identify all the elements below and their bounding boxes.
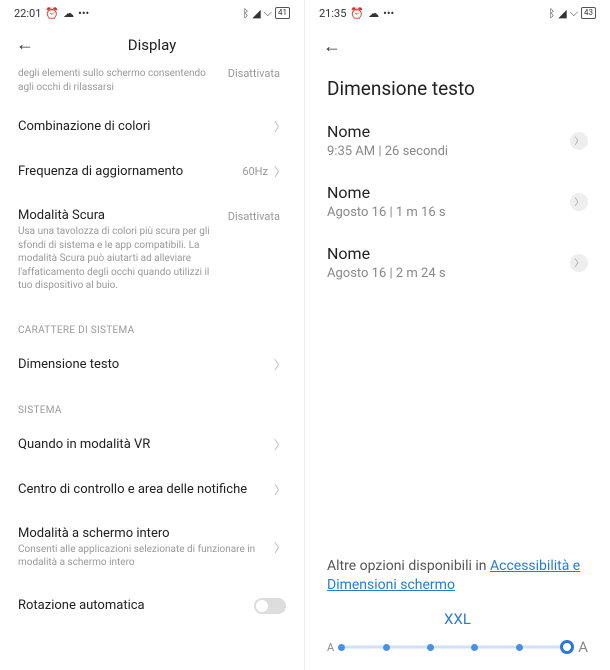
- bluetooth-icon: ᛒ: [549, 7, 556, 20]
- trunc-desc: degli elementi sullo schermo consentendo…: [18, 67, 228, 94]
- status-time: 21:35: [319, 7, 346, 20]
- item-name: Nome: [327, 122, 448, 141]
- chevron-right-icon: 〉: [274, 436, 286, 453]
- footer: Altre opzioni disponibili in Accessibili…: [305, 557, 610, 670]
- item-sub: Agosto 16 | 2 m 24 s: [327, 266, 446, 281]
- slider-tick: [427, 644, 434, 651]
- preview-item-1[interactable]: Nome 9:35 AM | 26 secondi 〉: [305, 112, 610, 173]
- footer-text: Altre opzioni disponibili in Accessibili…: [327, 557, 588, 596]
- truncated-row[interactable]: degli elementi sullo schermo consentendo…: [0, 67, 304, 104]
- more-icon: •••: [383, 7, 394, 20]
- row-label: Rotazione automatica: [18, 598, 246, 613]
- row-color-combination[interactable]: Combinazione di colori 〉: [0, 104, 304, 149]
- page-title: Dimensione testo: [305, 63, 610, 112]
- slider-track[interactable]: [338, 639, 574, 655]
- chevron-right-icon: 〉: [274, 539, 286, 556]
- status-bar: 22:01 ⏰ ☁ ••• ᛒ ◢ ⌵ 41: [0, 0, 304, 24]
- header: ← Display: [0, 24, 304, 67]
- row-vr-mode[interactable]: Quando in modalità VR 〉: [0, 422, 304, 467]
- row-control-center[interactable]: Centro di controllo e area delle notific…: [0, 467, 304, 512]
- preview-item-3[interactable]: Nome Agosto 16 | 2 m 24 s 〉: [305, 234, 610, 295]
- back-button[interactable]: ←: [323, 36, 341, 57]
- item-name: Nome: [327, 183, 446, 202]
- cloud-icon: ☁: [63, 7, 74, 20]
- section-header-font: CARATTERE DI SISTEMA: [0, 307, 304, 342]
- row-label: Combinazione di colori: [18, 119, 266, 134]
- size-label: XXL: [327, 596, 588, 638]
- row-value: Disattivata: [228, 210, 280, 223]
- page-title: Display: [0, 36, 304, 54]
- cloud-icon: ☁: [368, 7, 379, 20]
- header: ←: [305, 24, 610, 63]
- chevron-right-icon: 〉: [570, 132, 588, 150]
- slider-tick: [516, 644, 523, 651]
- row-label: Modalità Scura: [18, 208, 220, 223]
- row-value: 60Hz: [242, 165, 268, 178]
- signal-icon: ◢: [252, 7, 260, 20]
- auto-rotate-toggle[interactable]: [254, 598, 286, 614]
- chevron-right-icon: 〉: [274, 481, 286, 498]
- more-icon: •••: [78, 7, 89, 20]
- battery-indicator: 41: [275, 7, 290, 19]
- status-bar: 21:35 ⏰ ☁ ••• ᛒ ◢ ⌵ 43: [305, 0, 610, 24]
- chevron-right-icon: 〉: [274, 163, 286, 180]
- row-label: Frequenza di aggiornamento: [18, 164, 234, 179]
- row-label: Modalità a schermo intero: [18, 526, 266, 541]
- row-dark-mode[interactable]: Modalità Scura Usa una tavolozza di colo…: [0, 194, 304, 307]
- wifi-icon: ⌵: [264, 6, 272, 20]
- battery-indicator: 43: [581, 7, 596, 19]
- section-header-system: SISTEMA: [0, 387, 304, 422]
- row-auto-rotate[interactable]: Rotazione automatica: [0, 584, 304, 628]
- slider-tick: [383, 644, 390, 651]
- alarm-icon: ⏰: [350, 7, 364, 20]
- item-name: Nome: [327, 244, 446, 263]
- row-text-size[interactable]: Dimensione testo 〉: [0, 342, 304, 387]
- chevron-right-icon: 〉: [274, 356, 286, 373]
- row-fullscreen-mode[interactable]: Modalità a schermo intero Consenti alle …: [0, 512, 304, 584]
- text-size-slider[interactable]: A A: [327, 638, 588, 656]
- chevron-right-icon: 〉: [570, 193, 588, 211]
- right-screen: 21:35 ⏰ ☁ ••• ᛒ ◢ ⌵ 43 ← Dimensione test…: [305, 0, 610, 670]
- row-label: Centro di controllo e area delle notific…: [18, 482, 266, 497]
- row-desc: Consenti alle applicazioni selezionate d…: [18, 543, 266, 570]
- item-sub: 9:35 AM | 26 secondi: [327, 144, 448, 159]
- row-refresh-rate[interactable]: Frequenza di aggiornamento 60Hz 〉: [0, 149, 304, 194]
- row-label: Quando in modalità VR: [18, 437, 266, 452]
- row-label: Dimensione testo: [18, 357, 266, 372]
- chevron-right-icon: 〉: [274, 118, 286, 135]
- alarm-icon: ⏰: [45, 7, 59, 20]
- bluetooth-icon: ᛒ: [243, 7, 250, 20]
- item-sub: Agosto 16 | 1 m 16 s: [327, 205, 446, 220]
- trunc-value: Disattivata: [228, 67, 280, 82]
- slider-thumb[interactable]: [560, 640, 574, 654]
- preview-item-2[interactable]: Nome Agosto 16 | 1 m 16 s 〉: [305, 173, 610, 234]
- signal-icon: ◢: [558, 7, 566, 20]
- left-screen: 22:01 ⏰ ☁ ••• ᛒ ◢ ⌵ 41 ← Display degli e…: [0, 0, 305, 670]
- slider-max-icon: A: [578, 638, 588, 656]
- slider-tick: [338, 644, 345, 651]
- slider-min-icon: A: [327, 641, 334, 654]
- slider-tick: [471, 644, 478, 651]
- row-desc: Usa una tavolozza di colori più scura pe…: [18, 225, 220, 293]
- status-time: 22:01: [14, 7, 41, 20]
- chevron-right-icon: 〉: [570, 254, 588, 272]
- wifi-icon: ⌵: [570, 6, 578, 20]
